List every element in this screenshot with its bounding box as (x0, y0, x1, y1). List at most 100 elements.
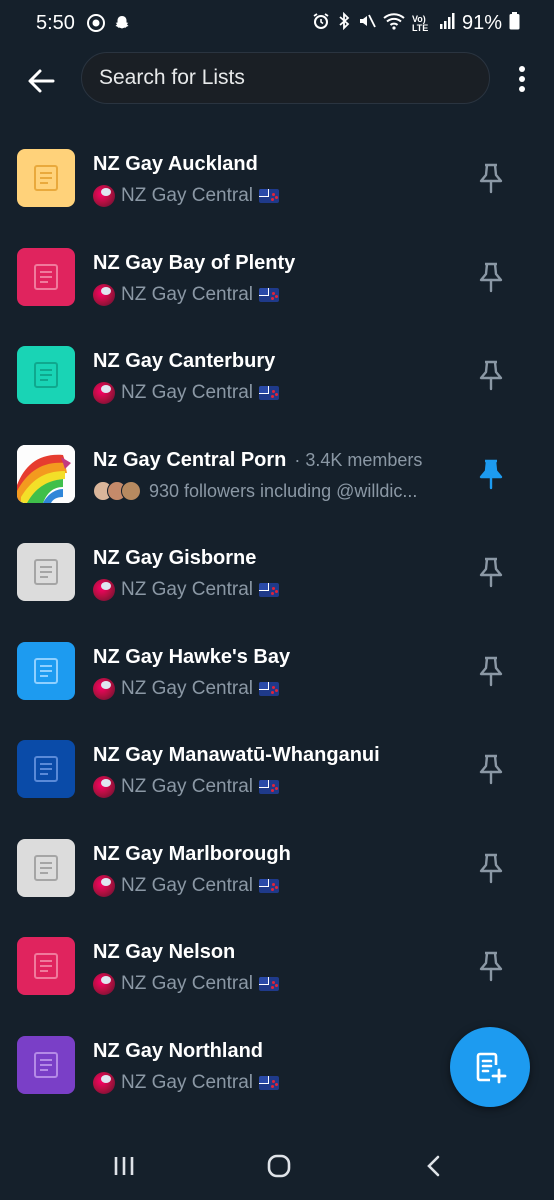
pin-button[interactable] (474, 850, 508, 886)
nz-flag-icon (258, 1075, 279, 1090)
list-item[interactable]: Nz Gay Central Porn · 3.4K members 930 fol… (0, 426, 554, 525)
search-input[interactable] (99, 66, 459, 90)
list-item[interactable]: NZ Gay Hawke's Bay NZ Gay Central (0, 623, 554, 722)
list-owner-name: NZ Gay Central (121, 579, 253, 600)
more-dot (519, 76, 525, 82)
pin-icon (479, 459, 503, 489)
nz-flag-icon (258, 583, 279, 597)
signal-icon (439, 12, 455, 35)
nz-flag-icon (258, 681, 279, 696)
list-title-line: Nz Gay Central Porn · 3.4K members (93, 449, 463, 472)
list-subtitle-line: NZ Gay Central (93, 677, 453, 700)
wifi-icon (383, 12, 405, 35)
status-time: 5:50 (36, 12, 75, 34)
nz-flag-icon (258, 977, 279, 991)
avatar (93, 677, 115, 700)
battery-icon (509, 12, 520, 35)
list-item[interactable]: NZ Gay Auckland NZ Gay Central (0, 130, 554, 229)
list-item[interactable]: NZ Gay Bay of Plenty NZ Gay Central (0, 229, 554, 328)
back-button[interactable] (24, 64, 58, 98)
create-list-button[interactable] (450, 1027, 530, 1107)
pin-button[interactable] (474, 357, 508, 393)
list-document-icon (17, 247, 75, 306)
mute-icon (358, 12, 376, 35)
back-nav-button[interactable] (414, 1150, 454, 1182)
list-title-line: NZ Gay Auckland (93, 153, 463, 176)
list-name: NZ Gay Manawatū-Whanganui (93, 744, 380, 766)
list-document-icon (17, 149, 75, 207)
recent-apps-button[interactable] (104, 1150, 144, 1182)
list-name: NZ Gay Marlborough (93, 842, 291, 865)
pin-icon (479, 262, 503, 292)
nz-flag-icon (258, 287, 279, 302)
home-icon (267, 1154, 291, 1178)
list-owner-name: NZ Gay Central (121, 677, 253, 699)
list-name: NZ Gay Auckland (93, 153, 258, 175)
pin-button[interactable] (474, 653, 508, 689)
pin-icon (479, 557, 503, 588)
home-button[interactable] (259, 1150, 299, 1182)
nz-flag-icon (258, 878, 279, 893)
list-title-line: NZ Gay Nelson (93, 941, 463, 964)
avatar (93, 283, 115, 306)
list-title-line: NZ Gay Gisborne (93, 547, 463, 570)
battery-percent: 91% (461, 12, 502, 34)
avatar (93, 874, 115, 897)
list-subtitle-line: NZ Gay Central (93, 973, 453, 995)
list-item[interactable]: NZ Gay Gisborne NZ Gay Central (0, 524, 554, 623)
list-title-line: NZ Gay Marlborough (93, 843, 463, 866)
alarm-icon (312, 12, 330, 35)
list-document-icon (17, 937, 75, 995)
list-name: NZ Gay Northland (93, 1039, 264, 1062)
list-subtitle-line: NZ Gay Central (93, 185, 453, 207)
list-document-icon (17, 641, 75, 700)
pin-button[interactable] (474, 751, 508, 787)
list-item[interactable]: NZ Gay Nelson NZ Gay Central (0, 918, 554, 1017)
pin-icon (479, 656, 503, 686)
list-item[interactable]: NZ Gay Marlborough NZ Gay Central (0, 820, 554, 919)
list-name: NZ Gay Gisborne (93, 547, 257, 569)
pin-button[interactable] (474, 948, 508, 984)
pin-icon (479, 163, 503, 194)
list-title-line: NZ Gay Bay of Plenty (93, 252, 463, 275)
pin-button[interactable] (474, 259, 508, 295)
list-owner-name: NZ Gay Central (121, 283, 253, 305)
list-document-icon (17, 740, 75, 798)
list-item[interactable]: NZ Gay Manawatū-Whanganui NZ Gay Central (0, 721, 554, 820)
list-owner-name: NZ Gay Central (121, 185, 253, 206)
search-box[interactable] (81, 52, 490, 104)
avatar (93, 382, 115, 404)
system-nav-bar (0, 1130, 554, 1200)
list-subtitle-line: NZ Gay Central (93, 579, 453, 601)
pin-button[interactable] (474, 554, 508, 590)
list-document-icon (17, 1035, 75, 1094)
top-bar (0, 52, 554, 108)
new-list-icon (476, 1052, 507, 1084)
list-owner-name: NZ Gay Central (121, 776, 253, 797)
list-document-icon (17, 346, 75, 404)
nz-flag-icon (258, 386, 279, 400)
status-bar: 5:50 Vo) LTE 91% (0, 0, 554, 48)
avatar (93, 1071, 115, 1094)
list-title-line: NZ Gay Manawatū-Whanganui (93, 744, 463, 767)
list-cover-photo (17, 444, 75, 503)
list-subtitle-line: NZ Gay Central (93, 283, 453, 306)
list-name: NZ Gay Canterbury (93, 350, 276, 372)
arrow-left-icon (28, 69, 55, 93)
list-name: NZ Gay Bay of Plenty (93, 251, 296, 274)
chevron-left-icon (427, 1155, 440, 1177)
list-title-line: NZ Gay Canterbury (93, 350, 463, 373)
unpin-button[interactable] (474, 456, 508, 492)
avatar (93, 579, 115, 601)
list-subtitle-line: NZ Gay Central (93, 382, 453, 404)
nz-flag-icon (258, 189, 279, 203)
list-item[interactable]: NZ Gay Canterbury NZ Gay Central (0, 327, 554, 426)
pin-button[interactable] (474, 160, 508, 196)
more-options-button[interactable] (508, 64, 536, 94)
avatar (93, 185, 115, 207)
list-owner-name: NZ Gay Central (121, 874, 253, 896)
bluetooth-icon (337, 11, 351, 35)
avatar (93, 973, 115, 995)
pin-icon (479, 853, 503, 883)
list-document-icon (17, 838, 75, 897)
